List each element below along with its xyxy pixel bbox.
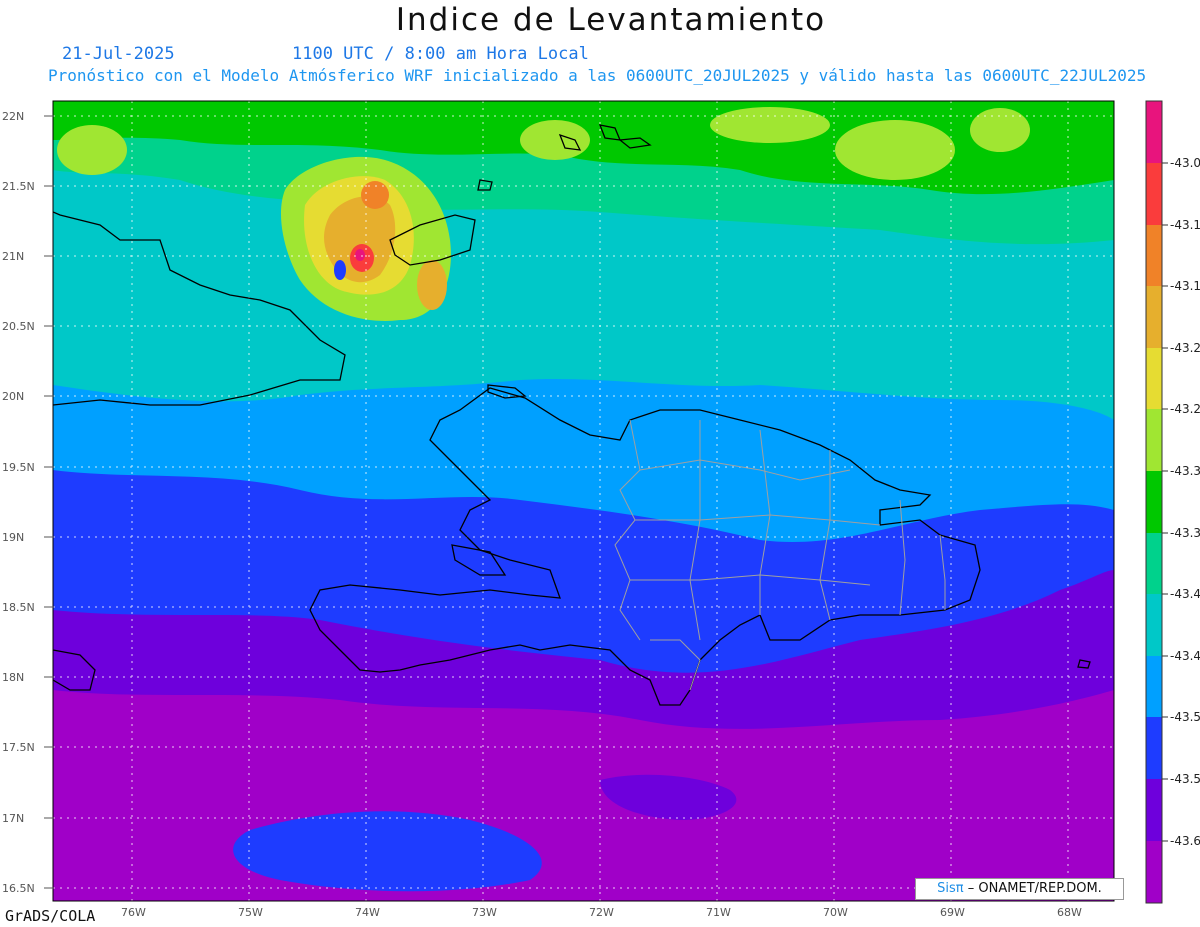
- colorbar-label: -43.2: [1170, 402, 1200, 416]
- colorbar-label: -43.5: [1170, 772, 1200, 786]
- lat-label: 22N: [2, 110, 24, 123]
- lat-label: 21.5N: [2, 180, 35, 193]
- lon-label: 73W: [472, 906, 497, 919]
- lon-label: 70W: [823, 906, 848, 919]
- colorbar-swatch: [1146, 717, 1162, 779]
- lon-label: 75W: [238, 906, 263, 919]
- colorbar-label: -43.1: [1170, 279, 1200, 293]
- map-field: [53, 101, 1114, 901]
- footer-label: GrADS/COLA: [5, 907, 96, 925]
- lon-label: 68W: [1057, 906, 1082, 919]
- colorbar-swatch: [1146, 409, 1162, 471]
- lat-label: 21N: [2, 250, 24, 263]
- lon-label: 72W: [589, 906, 614, 919]
- colorbar-swatch: [1146, 841, 1162, 903]
- lon-label: 76W: [121, 906, 146, 919]
- band-purple: [53, 690, 1114, 901]
- lat-label: 20.5N: [2, 320, 35, 333]
- lat-label: 19N: [2, 531, 24, 544]
- colorbar-label: -43.3: [1170, 526, 1200, 540]
- colorbar-label: -43.1: [1170, 218, 1200, 232]
- colorbar-label: -43.6: [1170, 834, 1200, 848]
- colorbar-swatch: [1146, 471, 1162, 533]
- colorbar-swatch: [1146, 225, 1162, 286]
- colorbar-label: -43.0: [1170, 156, 1200, 170]
- sispi-logo: Sisπ: [937, 881, 964, 896]
- lat-label: 18N: [2, 671, 24, 684]
- colorbar-swatch: [1146, 286, 1162, 348]
- colorbar-label: -43.4: [1170, 649, 1200, 663]
- lon-label: 69W: [940, 906, 965, 919]
- colorbar-swatch: [1146, 348, 1162, 409]
- weather-map: 22N 21.5N 21N 20.5N 20N 19.5N 19N 18.5N …: [2, 100, 1200, 919]
- credit-text: – ONAMET/REP.DOM.: [967, 881, 1102, 896]
- colorbar-swatch: [1146, 594, 1162, 656]
- lon-labels: 76W 75W 74W 73W 72W 71W 70W 69W 68W: [121, 906, 1082, 919]
- colorbar-swatch: [1146, 533, 1162, 594]
- lat-label: 18.5N: [2, 601, 35, 614]
- lat-label: 19.5N: [2, 461, 35, 474]
- lat-labels: 22N 21.5N 21N 20.5N 20N 19.5N 19N 18.5N …: [2, 110, 35, 895]
- colorbar-swatch: [1146, 101, 1162, 163]
- colorbar-label: -43.2: [1170, 341, 1200, 355]
- colorbar-label: -43.3: [1170, 464, 1200, 478]
- colorbar-swatch: [1146, 163, 1162, 225]
- colorbar: -43.0 -43.1 -43.1 -43.2 -43.2 -43.3 -43.…: [1145, 100, 1200, 904]
- credit-box: Sisπ – ONAMET/REP.DOM.: [915, 878, 1124, 900]
- colorbar-swatch: [1146, 779, 1162, 841]
- colorbar-label: -43.5: [1170, 710, 1200, 724]
- lat-label: 17.5N: [2, 741, 35, 754]
- lon-label: 71W: [706, 906, 731, 919]
- lat-label: 20N: [2, 390, 24, 403]
- lon-label: 74W: [355, 906, 380, 919]
- lat-label: 17N: [2, 812, 24, 825]
- colorbar-swatch: [1146, 656, 1162, 717]
- colorbar-label: -43.4: [1170, 587, 1200, 601]
- lat-label: 16.5N: [2, 882, 35, 895]
